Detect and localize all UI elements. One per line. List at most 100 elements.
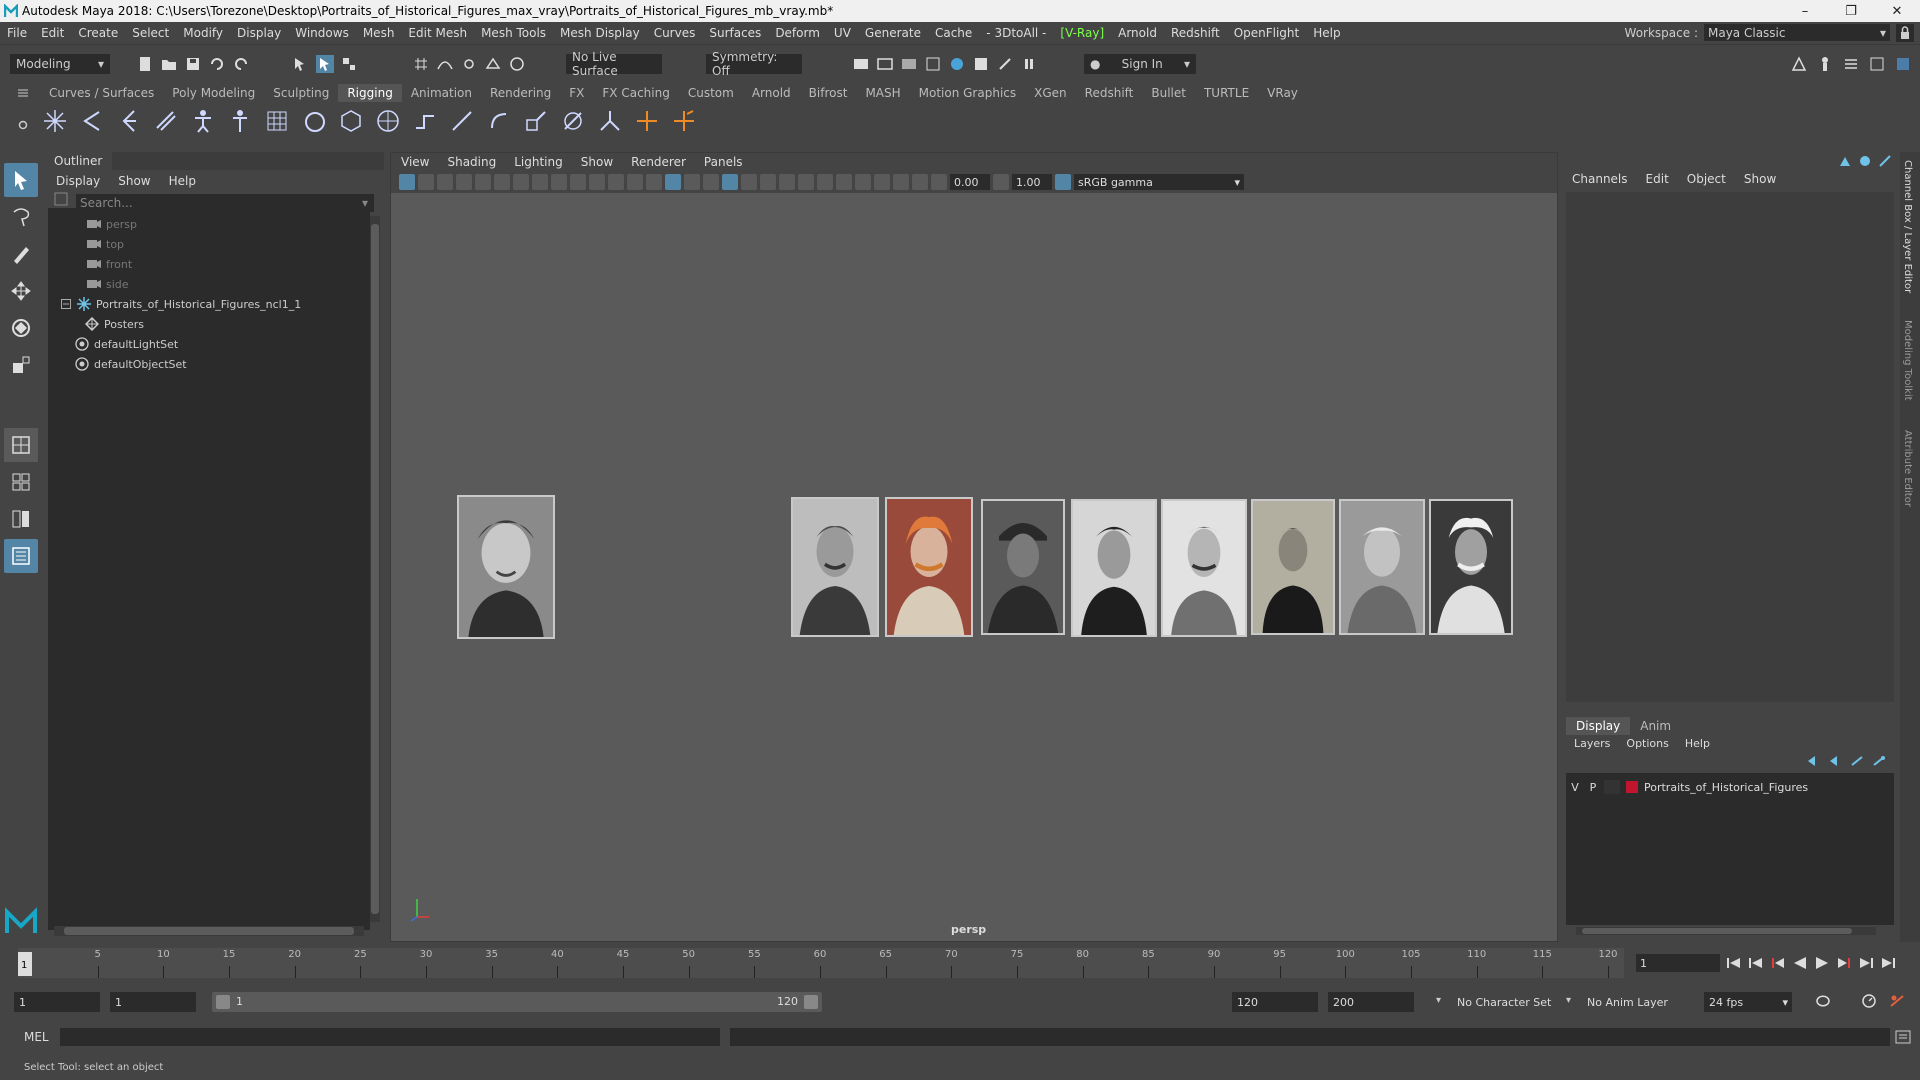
viewport-persp[interactable]: View Shading Lighting Show Renderer Pane… <box>390 152 1558 942</box>
outliner-item-persp[interactable]: persp <box>48 214 370 234</box>
menu-arnold[interactable]: Arnold <box>1111 26 1164 40</box>
menu-cache[interactable]: Cache <box>928 26 979 40</box>
anim-layer-field[interactable]: No Anim Layer <box>1582 992 1692 1012</box>
ipr-render-icon[interactable] <box>900 55 918 73</box>
outliner-menu-show[interactable]: Show <box>118 174 150 188</box>
textured-icon[interactable] <box>722 174 738 190</box>
lattice-icon[interactable] <box>262 106 292 136</box>
maximize-button[interactable]: ❐ <box>1828 0 1874 22</box>
resolution-gate-icon[interactable] <box>551 174 567 190</box>
paint-select-icon[interactable] <box>4 237 38 271</box>
shadows-icon[interactable] <box>760 174 776 190</box>
ik-spline-icon[interactable] <box>114 106 144 136</box>
view-transform-dropdown[interactable]: sRGB gamma ▾ <box>1074 174 1244 190</box>
time-slider-bar[interactable]: 1 5 10 15 20 25 30 35 40 45 50 55 60 65 70 75 80 85 90 95 1… <box>18 948 1624 978</box>
select-component-icon[interactable] <box>340 55 358 73</box>
portrait-poster-1[interactable] <box>457 495 555 639</box>
menu-display[interactable]: Display <box>230 26 288 40</box>
layers-menu-layers[interactable]: Layers <box>1574 737 1610 750</box>
shelf-tab-xgen[interactable]: XGen <box>1025 84 1076 102</box>
orient-constraint-icon[interactable] <box>484 106 514 136</box>
loop-icon[interactable] <box>1814 993 1832 1009</box>
sign-in-dropdown[interactable]: ● Sign In ▾ <box>1084 54 1196 74</box>
layer-tab-display[interactable]: Display <box>1566 717 1631 735</box>
quick-rig-icon[interactable] <box>225 106 255 136</box>
shelf-tab-fx-caching[interactable]: FX Caching <box>593 84 678 102</box>
anti-aliasing-icon[interactable] <box>817 174 833 190</box>
portrait-poster-2[interactable] <box>791 497 879 637</box>
layout-two-icon[interactable] <box>4 502 38 536</box>
play-forward-icon[interactable] <box>1814 956 1830 970</box>
layout-four-icon[interactable] <box>4 465 38 499</box>
command-language-label[interactable]: MEL <box>24 1030 49 1044</box>
live-surface-field[interactable]: No Live Surface <box>566 50 662 78</box>
shelf-tab-bullet[interactable]: Bullet <box>1142 84 1195 102</box>
use-all-lights-icon[interactable] <box>741 174 757 190</box>
field-chart-icon[interactable] <box>589 174 605 190</box>
side-tab-modeling-toolkit[interactable]: Modeling Toolkit <box>1902 320 1913 401</box>
layer-row[interactable]: V P Portraits_of_Historical_Figures <box>1566 777 1894 797</box>
side-tab-attribute-editor[interactable]: Attribute Editor <box>1902 430 1913 507</box>
joint-tool-icon[interactable] <box>40 106 70 136</box>
render-frame-icon[interactable] <box>876 55 894 73</box>
lasso-tool-icon[interactable] <box>4 200 38 234</box>
minimize-button[interactable]: – <box>1782 0 1828 22</box>
menu-vray[interactable]: [V-Ray] <box>1053 26 1111 40</box>
scrollbar-thumb[interactable] <box>64 927 354 935</box>
auto-key-icon[interactable] <box>1860 993 1878 1009</box>
shelf-tab-poly-modeling[interactable]: Poly Modeling <box>163 84 264 102</box>
shelf-tab-vray[interactable]: VRay <box>1258 84 1307 102</box>
open-scene-icon[interactable] <box>160 55 178 73</box>
outliner-item-front[interactable]: front <box>48 254 370 274</box>
humanik-icon[interactable] <box>188 106 218 136</box>
xray-icon[interactable] <box>874 174 890 190</box>
layer-color-swatch[interactable] <box>1626 781 1638 793</box>
time-slider[interactable]: 1 5 10 15 20 25 30 35 40 45 50 55 60 65 70 75 80 85 90 95 1… <box>0 944 1920 980</box>
collapse-icon[interactable] <box>60 297 72 311</box>
fps-dropdown[interactable]: 24 fps ▾ <box>1704 992 1792 1012</box>
move-layer-down-icon[interactable] <box>1828 755 1842 767</box>
portrait-poster-7[interactable] <box>1251 499 1335 635</box>
layer-display-type[interactable] <box>1604 780 1620 794</box>
locator-aim-icon[interactable] <box>669 106 699 136</box>
viewport-menu-renderer[interactable]: Renderer <box>631 155 686 169</box>
new-layer-selected-icon[interactable] <box>1872 755 1886 767</box>
layer-playback-toggle[interactable]: P <box>1584 781 1602 794</box>
workspace-dropdown[interactable]: Maya Classic ▾ <box>1704 24 1890 41</box>
outliner-item-group[interactable]: Portraits_of_Historical_Figures_ncl1_1 <box>48 294 370 314</box>
sphere-mesh-icon[interactable] <box>373 106 403 136</box>
menu-help[interactable]: Help <box>1306 26 1347 40</box>
play-backward-icon[interactable] <box>1792 956 1808 970</box>
range-slider-bar[interactable]: 1 120 <box>212 992 822 1012</box>
vray-ipr-icon[interactable] <box>996 55 1014 73</box>
select-hierarchy-icon[interactable] <box>292 55 310 73</box>
step-back-frame-icon[interactable] <box>1770 956 1786 970</box>
cluster-icon[interactable] <box>336 106 366 136</box>
point-constraint-icon[interactable] <box>447 106 477 136</box>
channels-menu-channels[interactable]: Channels <box>1572 172 1628 186</box>
layer-visibility-toggle[interactable]: V <box>1566 781 1584 794</box>
pause-icon[interactable] <box>1020 55 1038 73</box>
exposure-icon[interactable] <box>931 174 947 190</box>
range-start-handle[interactable] <box>216 995 230 1009</box>
layer-horizontal-scrollbar[interactable] <box>1576 927 1876 935</box>
depth-of-field-icon[interactable] <box>836 174 852 190</box>
default-material-icon[interactable] <box>684 174 700 190</box>
screen-space-ao-icon[interactable] <box>779 174 795 190</box>
layers-menu-help[interactable]: Help <box>1685 737 1710 750</box>
outliner-vertical-scrollbar[interactable] <box>370 216 380 922</box>
aim-constraint-icon[interactable] <box>558 106 588 136</box>
attribute-editor-icon[interactable] <box>1842 55 1860 73</box>
portrait-poster-5[interactable] <box>1071 499 1157 637</box>
scrollbar-thumb[interactable] <box>371 224 379 914</box>
shelf-tab-curves-surfaces[interactable]: Curves / Surfaces <box>40 84 163 102</box>
outliner-item-posters[interactable]: Posters <box>48 314 370 334</box>
channels-menu-show[interactable]: Show <box>1744 172 1776 186</box>
snap-curve-icon[interactable] <box>436 55 454 73</box>
portrait-poster-3[interactable] <box>885 497 973 637</box>
wireframe-icon[interactable] <box>646 174 662 190</box>
shelf-tab-motion-graphics[interactable]: Motion Graphics <box>910 84 1026 102</box>
grid-icon[interactable] <box>513 174 529 190</box>
menu-select[interactable]: Select <box>125 26 176 40</box>
chevron-down-icon[interactable]: ▾ <box>1436 995 1441 1006</box>
